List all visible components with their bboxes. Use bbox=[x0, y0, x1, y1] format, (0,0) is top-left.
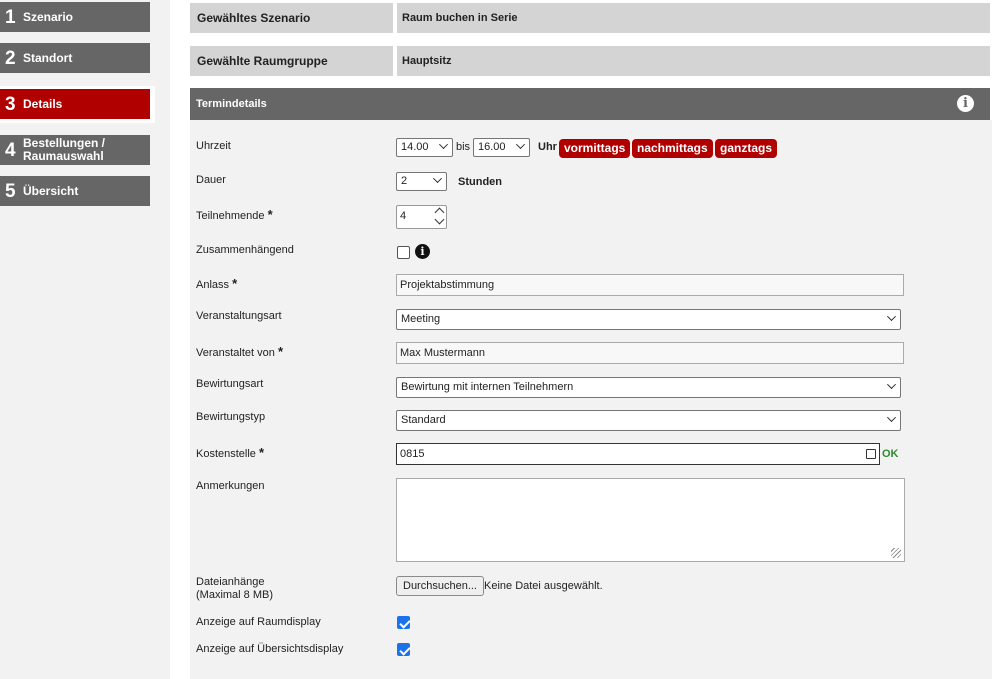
time-label: Uhrzeit bbox=[196, 140, 231, 152]
info-circle-icon[interactable]: i bbox=[957, 95, 974, 112]
attachments-label-line2: (Maximal 8 MB) bbox=[196, 589, 274, 601]
chevron-down-icon bbox=[887, 380, 896, 389]
form-panel: Uhrzeit 14.00 bis 16.00 Uhr vormittags n… bbox=[190, 120, 992, 679]
cost-center-value: 0815 bbox=[400, 448, 425, 460]
termindetails-header: Termindetails i bbox=[190, 88, 990, 120]
participants-value: 4 bbox=[400, 210, 407, 222]
edit-icon[interactable] bbox=[866, 449, 876, 459]
participants-label: Teilnehmende * bbox=[196, 207, 273, 222]
organizer-label: Veranstaltet von * bbox=[196, 344, 283, 359]
step-2-standort[interactable]: 2 Standort bbox=[0, 43, 150, 73]
duration-select[interactable]: 2 bbox=[396, 172, 447, 191]
time-from-value: 14.00 bbox=[401, 141, 429, 153]
time-to-select[interactable]: 16.00 bbox=[473, 138, 530, 157]
step-number: 3 bbox=[5, 93, 16, 115]
attachments-label: Dateianhänge (Maximal 8 MB) bbox=[196, 576, 273, 602]
chevron-down-icon bbox=[516, 140, 525, 149]
duration-value: 2 bbox=[401, 175, 408, 187]
required-marker: * bbox=[277, 344, 284, 359]
overview-display-checkbox[interactable] bbox=[397, 643, 410, 656]
time-from-select[interactable]: 14.00 bbox=[396, 138, 453, 157]
main-content: Gewähltes Szenario Raum buchen in Serie … bbox=[170, 0, 992, 679]
step-number: 1 bbox=[5, 6, 16, 28]
catering-type-value: Standard bbox=[401, 414, 446, 426]
browse-button[interactable]: Durchsuchen... bbox=[396, 576, 484, 596]
chevron-down-icon bbox=[433, 174, 442, 183]
room-display-checkbox[interactable] bbox=[397, 616, 410, 629]
notes-label: Anmerkungen bbox=[196, 480, 265, 492]
selected-scenario-label: Gewähltes Szenario bbox=[197, 11, 311, 25]
row-separator bbox=[393, 3, 397, 33]
time-to-value: 16.00 bbox=[478, 141, 506, 153]
step-navigation: 1 Szenario 2 Standort 3 Details 4 Bestel… bbox=[0, 0, 170, 679]
catering-kind-select[interactable]: Bewirtung mit internen Teilnehmern bbox=[396, 377, 901, 398]
selected-scenario-value: Raum buchen in Serie bbox=[402, 12, 518, 24]
selected-room-group-value: Hauptsitz bbox=[402, 55, 452, 67]
organizer-input[interactable]: Max Mustermann bbox=[396, 342, 904, 364]
catering-type-select[interactable]: Standard bbox=[396, 410, 901, 431]
participants-stepper[interactable]: 4 bbox=[396, 205, 447, 229]
step-label: Bestellungen / Raumauswahl bbox=[23, 137, 105, 163]
contiguous-label: Zusammenhängend bbox=[196, 244, 294, 256]
event-type-label: Veranstaltungsart bbox=[196, 310, 282, 322]
step-label-line1: Bestellungen / bbox=[23, 136, 106, 150]
required-marker: * bbox=[259, 445, 265, 460]
organizer-label-text: Veranstaltet von bbox=[196, 347, 275, 359]
chevron-down-icon bbox=[439, 140, 448, 149]
step-number: 4 bbox=[5, 139, 16, 161]
row-separator bbox=[393, 46, 397, 76]
preset-nachmittags-button[interactable]: nachmittags bbox=[632, 139, 713, 158]
cost-center-status: OK bbox=[882, 448, 899, 460]
catering-type-label: Bewirtungstyp bbox=[196, 411, 266, 423]
step-label: Standort bbox=[23, 50, 73, 65]
cost-center-input[interactable]: 0815 bbox=[396, 443, 880, 465]
selected-room-group-label: Gewählte Raumgruppe bbox=[197, 54, 328, 68]
duration-label: Dauer bbox=[196, 174, 226, 186]
overview-display-label: Anzeige auf Übersichtsdisplay bbox=[196, 643, 344, 655]
preset-ganztags-button[interactable]: ganztags bbox=[715, 139, 778, 158]
step-4-bestellungen[interactable]: 4 Bestellungen / Raumauswahl bbox=[0, 135, 150, 165]
preset-vormittags-button[interactable]: vormittags bbox=[559, 139, 631, 158]
occasion-label-text: Anlass bbox=[196, 279, 230, 291]
step-label: Übersicht bbox=[23, 183, 79, 198]
chevron-down-icon bbox=[887, 312, 896, 321]
step-number: 2 bbox=[5, 47, 16, 69]
selected-scenario-row: Gewähltes Szenario Raum buchen in Serie bbox=[190, 3, 990, 33]
cost-center-label: Kostenstelle * bbox=[196, 445, 264, 460]
notes-textarea[interactable] bbox=[396, 478, 905, 562]
occasion-label: Anlass * bbox=[196, 276, 237, 291]
catering-kind-value: Bewirtung mit internen Teilnehmern bbox=[401, 381, 574, 393]
required-marker: * bbox=[267, 207, 273, 222]
selected-room-group-row: Gewählte Raumgruppe Hauptsitz bbox=[190, 46, 990, 76]
attachments-label-line1: Dateianhänge bbox=[196, 576, 265, 588]
catering-kind-label: Bewirtungsart bbox=[196, 378, 264, 390]
resize-handle-icon[interactable] bbox=[891, 548, 901, 558]
event-type-select[interactable]: Meeting bbox=[396, 309, 901, 330]
required-marker: * bbox=[232, 276, 238, 291]
step-5-uebersicht[interactable]: 5 Übersicht bbox=[0, 176, 150, 206]
contiguous-checkbox[interactable] bbox=[397, 246, 410, 259]
step-number: 5 bbox=[5, 180, 16, 202]
cost-center-label-text: Kostenstelle bbox=[196, 448, 256, 460]
participants-label-text: Teilnehmende bbox=[196, 210, 265, 222]
step-3-details[interactable]: 3 Details bbox=[0, 89, 150, 119]
step-label: Details bbox=[23, 96, 63, 111]
room-display-label: Anzeige auf Raumdisplay bbox=[196, 616, 321, 628]
section-title: Termindetails bbox=[196, 98, 267, 110]
time-unit: Uhr bbox=[538, 141, 557, 153]
step-label: Szenario bbox=[23, 9, 74, 24]
step-1-szenario[interactable]: 1 Szenario bbox=[0, 2, 150, 32]
info-circle-icon[interactable]: i bbox=[415, 244, 430, 259]
duration-unit: Stunden bbox=[458, 176, 502, 188]
step-label-line2: Raumauswahl bbox=[23, 149, 104, 163]
time-to-word: bis bbox=[456, 141, 471, 153]
spin-down-icon[interactable] bbox=[434, 214, 445, 225]
chevron-down-icon bbox=[887, 413, 896, 422]
attachment-status: Keine Datei ausgewählt. bbox=[484, 580, 603, 592]
event-type-value: Meeting bbox=[401, 313, 441, 325]
occasion-input[interactable]: Projektabstimmung bbox=[396, 274, 904, 296]
